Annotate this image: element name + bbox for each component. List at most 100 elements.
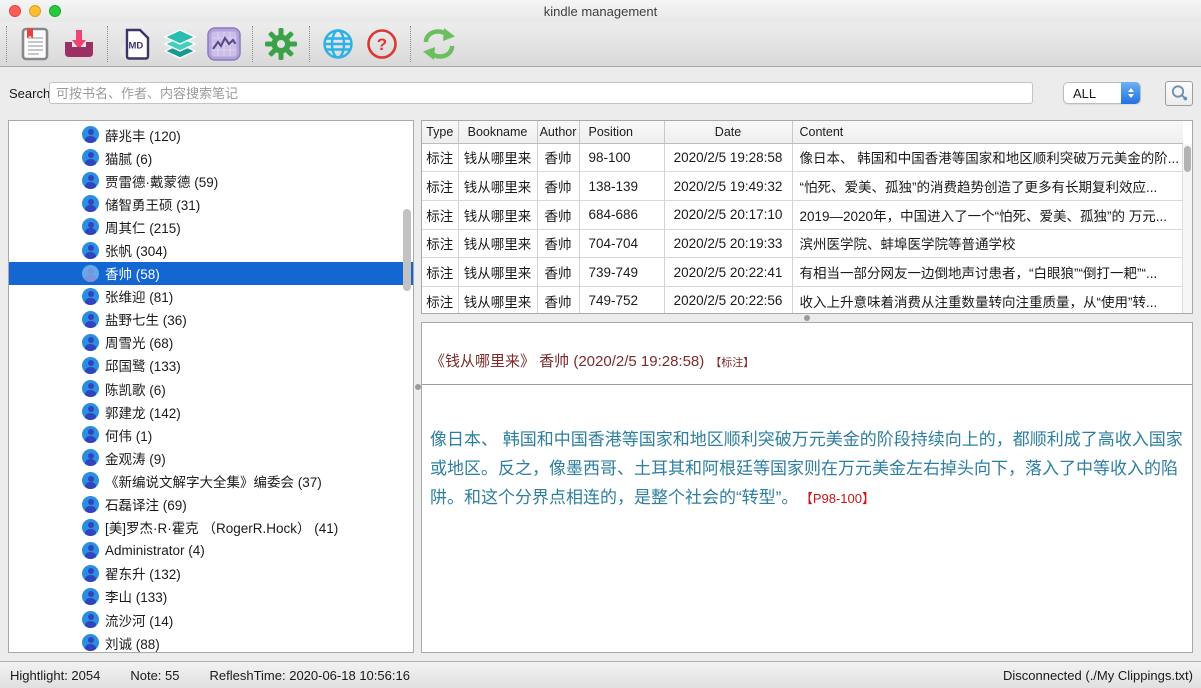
table-scrollbar[interactable] xyxy=(1182,144,1192,313)
status-note-count: Note: 55 xyxy=(130,668,179,683)
table-cell[interactable]: 704-704 xyxy=(579,229,664,258)
table-cell[interactable]: 钱从哪里来 xyxy=(458,200,537,229)
column-header-type[interactable]: Type xyxy=(422,121,458,143)
table-cell[interactable]: 标注 xyxy=(422,258,458,287)
table-cell[interactable]: 标注 xyxy=(422,200,458,229)
table-cell[interactable]: 2020/2/5 20:22:41 xyxy=(664,258,792,287)
tree-item-author[interactable]: 猫腻 (6) xyxy=(9,146,413,169)
table-cell[interactable]: 749-752 xyxy=(579,286,664,314)
tree-item-author[interactable]: 《新编说文解字大全集》编委会 (37) xyxy=(9,469,413,492)
settings-button[interactable] xyxy=(259,24,303,64)
horizontal-splitter-handle[interactable] xyxy=(804,315,810,321)
table-cell[interactable]: “怕死、爱美、孤独”的消费趋势创造了更多有长期复利效应... xyxy=(792,172,1183,201)
status-connection: Disconnected (./My Clippings.txt) xyxy=(1003,668,1193,683)
table-cell[interactable]: 有相当一部分网友一边倒地声讨患者，“白眼狼”“倒打一耙”“... xyxy=(792,258,1183,287)
tree-item-author[interactable]: 翟东升 (132) xyxy=(9,562,413,585)
tree-item-label: 何伟 (1) xyxy=(105,425,152,445)
filter-select[interactable]: ALL xyxy=(1063,82,1141,104)
column-header-author[interactable]: Author xyxy=(537,121,579,143)
table-cell[interactable]: 标注 xyxy=(422,229,458,258)
table-row[interactable]: 标注钱从哪里来香帅138-1392020/2/5 19:49:32“怕死、爱美、… xyxy=(422,172,1183,201)
web-button[interactable] xyxy=(316,24,360,64)
tree-item-author[interactable]: 周其仁 (215) xyxy=(9,215,413,238)
table-cell[interactable]: 2020/2/5 19:49:32 xyxy=(664,172,792,201)
search-button[interactable] xyxy=(1165,81,1193,106)
table-cell[interactable]: 香帅 xyxy=(537,258,579,287)
tree-item-author[interactable]: 贾雷德·戴蒙德 (59) xyxy=(9,169,413,192)
tree-item-author[interactable]: 周雪光 (68) xyxy=(9,331,413,354)
tree-item-author[interactable]: Administrator (4) xyxy=(9,539,413,562)
table-cell[interactable]: 标注 xyxy=(422,143,458,172)
tree-item-author[interactable]: 刘诚 (88) xyxy=(9,631,413,653)
tree-item-author[interactable]: 陈凯歌 (6) xyxy=(9,377,413,400)
table-cell[interactable]: 739-749 xyxy=(579,258,664,287)
tree-item-label: 刘诚 (88) xyxy=(105,633,160,653)
table-cell[interactable]: 香帅 xyxy=(537,172,579,201)
column-header-date[interactable]: Date xyxy=(664,121,792,143)
tree-item-author[interactable]: 邱国鹭 (133) xyxy=(9,354,413,377)
titlebar: kindle management xyxy=(0,0,1201,22)
table-cell[interactable]: 香帅 xyxy=(537,229,579,258)
tree-item-author[interactable]: 郭建龙 (142) xyxy=(9,400,413,423)
table-cell[interactable]: 钱从哪里来 xyxy=(458,143,537,172)
table-cell[interactable]: 684-686 xyxy=(579,200,664,229)
table-cell[interactable]: 钱从哪里来 xyxy=(458,172,537,201)
layers-button[interactable] xyxy=(158,24,202,64)
table-cell[interactable]: 2020/2/5 19:28:58 xyxy=(664,143,792,172)
table-cell[interactable]: 钱从哪里来 xyxy=(458,229,537,258)
table-cell[interactable]: 像日本、 韩国和中国香港等国家和地区顺利突破万元美金的阶... xyxy=(792,143,1183,172)
search-input[interactable] xyxy=(49,82,1033,104)
table-cell[interactable]: 2019—2020年，中国进入了一个“怕死、爱美、孤独”的 万元... xyxy=(792,200,1183,229)
notebook-button[interactable] xyxy=(13,24,57,64)
help-button[interactable]: ? xyxy=(360,24,404,64)
toolbar-handle xyxy=(6,26,7,62)
tree-item-author[interactable]: 张帆 (304) xyxy=(9,238,413,261)
tree-item-author[interactable]: 何伟 (1) xyxy=(9,423,413,446)
table-cell[interactable]: 138-139 xyxy=(579,172,664,201)
column-header-position[interactable]: Position xyxy=(579,121,664,143)
table-row[interactable]: 标注钱从哪里来香帅98-1002020/2/5 19:28:58像日本、 韩国和… xyxy=(422,143,1183,172)
column-header-bookname[interactable]: Bookname xyxy=(458,121,537,143)
column-header-content[interactable]: Content xyxy=(792,121,1183,143)
tree-item-author[interactable]: 张维迎 (81) xyxy=(9,285,413,308)
table-cell[interactable]: 2020/2/5 20:19:33 xyxy=(664,229,792,258)
person-icon xyxy=(82,542,99,559)
table-cell[interactable]: 香帅 xyxy=(537,143,579,172)
tree-item-label: [美]罗杰·R·霍克 （RogerR.Hock） (41) xyxy=(105,517,338,537)
table-row[interactable]: 标注钱从哪里来香帅704-7042020/2/5 20:19:33滨州医学院、蚌… xyxy=(422,229,1183,258)
table-cell[interactable]: 2020/2/5 20:22:56 xyxy=(664,286,792,314)
statistics-button[interactable] xyxy=(202,24,246,64)
table-row[interactable]: 标注钱从哪里来香帅684-6862020/2/5 20:17:102019—20… xyxy=(422,200,1183,229)
tree-item-label: 流沙河 (14) xyxy=(105,610,173,630)
vertical-splitter-handle[interactable] xyxy=(415,384,421,390)
tree-item-author[interactable]: 盐野七生 (36) xyxy=(9,308,413,331)
table-row[interactable]: 标注钱从哪里来香帅739-7492020/2/5 20:22:41有相当一部分网… xyxy=(422,258,1183,287)
sync-button[interactable] xyxy=(417,24,461,64)
table-cell[interactable]: 香帅 xyxy=(537,286,579,314)
table-cell[interactable]: 标注 xyxy=(422,172,458,201)
table-cell[interactable]: 滨州医学院、蚌埠医学院等普通学校 xyxy=(792,229,1183,258)
tree-item-label: 猫腻 (6) xyxy=(105,148,152,168)
gear-icon xyxy=(264,27,298,61)
tree-item-author[interactable]: 薛兆丰 (120) xyxy=(9,123,413,146)
tree-item-author[interactable]: 流沙河 (14) xyxy=(9,608,413,631)
table-cell[interactable]: 钱从哪里来 xyxy=(458,286,537,314)
table-scrollbar-thumb[interactable] xyxy=(1184,146,1191,172)
tree-item-author[interactable]: 李山 (133) xyxy=(9,585,413,608)
statusbar: Hightlight: 2054 Note: 55 RefleshTime: 2… xyxy=(0,661,1201,688)
import-button[interactable] xyxy=(57,24,101,64)
table-cell[interactable]: 钱从哪里来 xyxy=(458,258,537,287)
table-cell[interactable]: 2020/2/5 20:17:10 xyxy=(664,200,792,229)
table-cell[interactable]: 标注 xyxy=(422,286,458,314)
markdown-export-button[interactable]: MD xyxy=(114,24,158,64)
tree-item-author[interactable]: 金观涛 (9) xyxy=(9,446,413,469)
tree-item-author[interactable]: [美]罗杰·R·霍克 （RogerR.Hock） (41) xyxy=(9,516,413,539)
table-cell[interactable]: 收入上升意味着消费从注重数量转向注重质量，从“使用”转... xyxy=(792,286,1183,314)
table-cell[interactable]: 98-100 xyxy=(579,143,664,172)
tree-item-author[interactable]: 石磊译注 (69) xyxy=(9,493,413,516)
table-cell[interactable]: 香帅 xyxy=(537,200,579,229)
tree-item-author[interactable]: 储智勇王硕 (31) xyxy=(9,192,413,215)
table-row[interactable]: 标注钱从哪里来香帅749-7522020/2/5 20:22:56收入上升意味着… xyxy=(422,286,1183,314)
tree-scrollbar-thumb[interactable] xyxy=(403,209,411,291)
tree-item-author[interactable]: 香帅 (58) xyxy=(9,262,413,285)
